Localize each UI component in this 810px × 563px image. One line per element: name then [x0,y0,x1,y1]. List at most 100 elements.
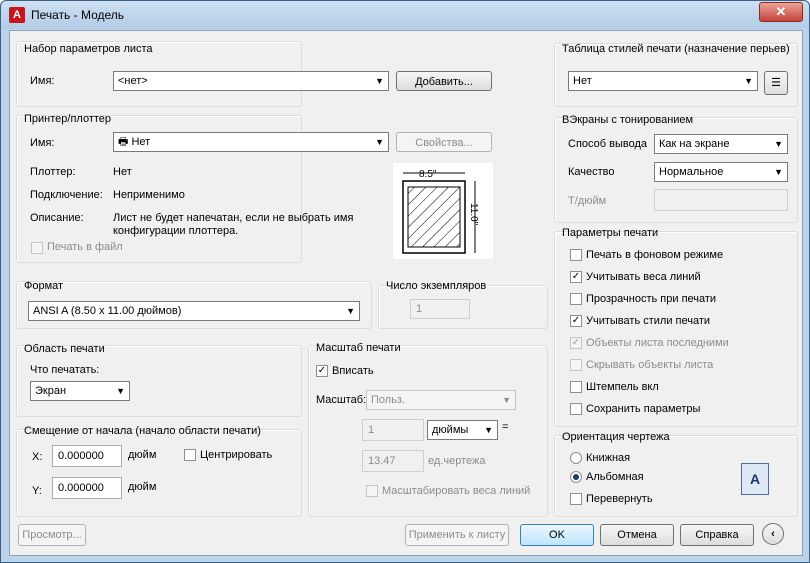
shade-plot-value: Как на экране [659,138,730,150]
printer-group-title: Принтер/плоттер [24,113,112,125]
portrait-radio[interactable] [570,452,582,464]
scale-units-value: дюймы [432,424,469,436]
what-to-plot-value: Экран [35,385,67,397]
edit-plot-style-button[interactable]: ☰ [764,71,788,95]
center-plot-checkbox[interactable] [184,449,196,461]
format-group-title: Формат [24,280,64,292]
scale-lineweights-checkbox[interactable] [366,485,378,497]
cancel-button[interactable]: Отмена [600,524,674,546]
shade-plot-combo[interactable]: Как на экране ▼ [654,134,788,154]
page-setup-name-label: Имя: [30,75,55,87]
plot-option-checkbox[interactable] [570,249,582,261]
format-combo[interactable]: ANSI A (8.50 x 11.00 дюймов) ▼ [28,301,360,321]
scale-equals: = [502,421,509,433]
plot-option-label: Скрывать объекты листа [586,359,714,371]
what-to-plot-combo[interactable]: Экран ▼ [30,381,130,401]
title-bar[interactable]: A Печать - Модель ✕ [1,1,809,29]
plot-option-label: Учитывать веса линий [586,271,701,283]
paper-preview: 8.5" 11.0" [393,163,493,259]
connection-value: Неприменимо [113,189,185,201]
plot-style-value: Нет [573,75,592,87]
orientation-group-title: Ориентация чертежа [562,431,670,443]
page-setup-name-combo[interactable]: <нет> ▼ [113,71,389,91]
copies-input[interactable]: 1 [410,299,470,319]
printable-area [407,186,461,248]
plotter-value: Нет [113,166,132,178]
plot-option-checkbox[interactable]: ✓ [570,315,582,327]
preview-button[interactable]: Просмотр... [18,524,86,546]
apply-to-layout-button[interactable]: Применить к листу [405,524,509,546]
plot-offset-group [16,429,302,517]
offset-y-input[interactable]: 0.000000 [52,477,122,499]
printer-name-value: Нет [131,136,151,148]
plot-option-label: Штемпель вкл [586,381,659,393]
fit-to-paper-checkbox[interactable]: ✓ [316,365,328,377]
scale-denominator-input[interactable]: 13.47 [362,450,424,472]
landscape-radio[interactable] [570,471,582,483]
quality-value: Нормальное [659,166,724,178]
printer-properties-button[interactable]: Свойства... [396,132,492,152]
offset-x-label: X: [32,451,43,463]
print-dialog: A Печать - Модель ✕ Набор параметров лис… [0,0,810,563]
landscape-label: Альбомная [586,471,644,483]
printer-name-combo[interactable]: 🖶 Нет ▼ [113,132,389,152]
scale-numerator-value: 1 [368,424,375,436]
copies-value: 1 [416,303,423,315]
close-button[interactable]: ✕ [759,2,803,22]
quality-combo[interactable]: Нормальное ▼ [654,162,788,182]
scale-combo[interactable]: Польз. ▼ [366,390,516,410]
offset-x-input[interactable]: 0.000000 [52,445,122,467]
plot-options-group-title: Параметры печати [562,227,659,239]
center-plot-label: Центрировать [200,449,273,461]
quality-label: Качество [568,166,615,178]
scale-units-combo[interactable]: дюймы ▼ [427,420,498,440]
chevron-down-icon: ▼ [502,395,511,405]
autocad-logo-icon: A [9,7,25,23]
plot-option-label: Печать в фоновом режиме [586,249,724,261]
plot-option-checkbox[interactable] [570,293,582,305]
plot-option-label: Прозрачность при печати [586,293,717,305]
plot-style-group-title: Таблица стилей печати (назначение перьев… [562,43,790,55]
plotter-label: Плоттер: [30,166,76,178]
plot-option-label: Сохранить параметры [586,403,701,415]
print-to-file-checkbox[interactable] [31,242,43,254]
scale-numerator-input[interactable]: 1 [362,419,424,441]
plot-style-combo[interactable]: Нет ▼ [568,71,758,91]
help-button[interactable]: Справка [680,524,754,546]
ok-button[interactable]: OK [520,524,594,546]
what-to-plot-label: Что печатать: [30,364,100,376]
upside-down-label: Перевернуть [586,493,653,505]
scale-denominator-value: 13.47 [368,455,396,467]
plot-option-checkbox[interactable]: ✓ [570,337,582,349]
portrait-label: Книжная [586,452,631,464]
add-page-setup-button[interactable]: Добавить... [396,71,492,91]
shade-plot-label: Способ вывода [568,138,647,150]
plot-option-checkbox[interactable]: ✓ [570,271,582,283]
scale-denominator-unit: ед.чертежа [428,455,486,467]
plot-option-checkbox[interactable] [570,359,582,371]
scale-lineweights-label: Масштабировать веса линий [382,485,531,497]
chevron-down-icon: ▼ [116,386,125,396]
offset-x-value: 0.000000 [58,450,104,462]
scale-label: Масштаб: [316,394,367,406]
dialog-body: Набор параметров листа Имя: <нет> ▼ Доба… [9,30,803,556]
chevron-down-icon: ▼ [774,167,783,177]
plot-offset-group-title: Смещение от начала (начало области печат… [24,425,261,437]
chevron-down-icon: ▼ [375,76,384,86]
copies-group-title: Число экземпляров [386,280,487,292]
chevron-down-icon: ▼ [774,139,783,149]
paper-height-label: 11.0" [468,203,479,226]
plot-option-checkbox[interactable] [570,403,582,415]
collapse-options-button[interactable]: ‹ [762,523,784,545]
chevron-down-icon: ▼ [346,306,355,316]
upside-down-checkbox[interactable] [570,493,582,505]
chevron-down-icon: ▼ [484,425,493,435]
format-value: ANSI A (8.50 x 11.00 дюймов) [33,305,182,317]
edit-table-icon: ☰ [771,77,781,89]
plot-area-group-title: Область печати [24,343,105,355]
fit-to-paper-label: Вписать [332,365,374,377]
scale-value: Польз. [371,394,406,406]
plot-option-checkbox[interactable] [570,381,582,393]
landscape-orientation-icon: A [741,463,769,495]
dpi-input[interactable] [654,189,788,211]
